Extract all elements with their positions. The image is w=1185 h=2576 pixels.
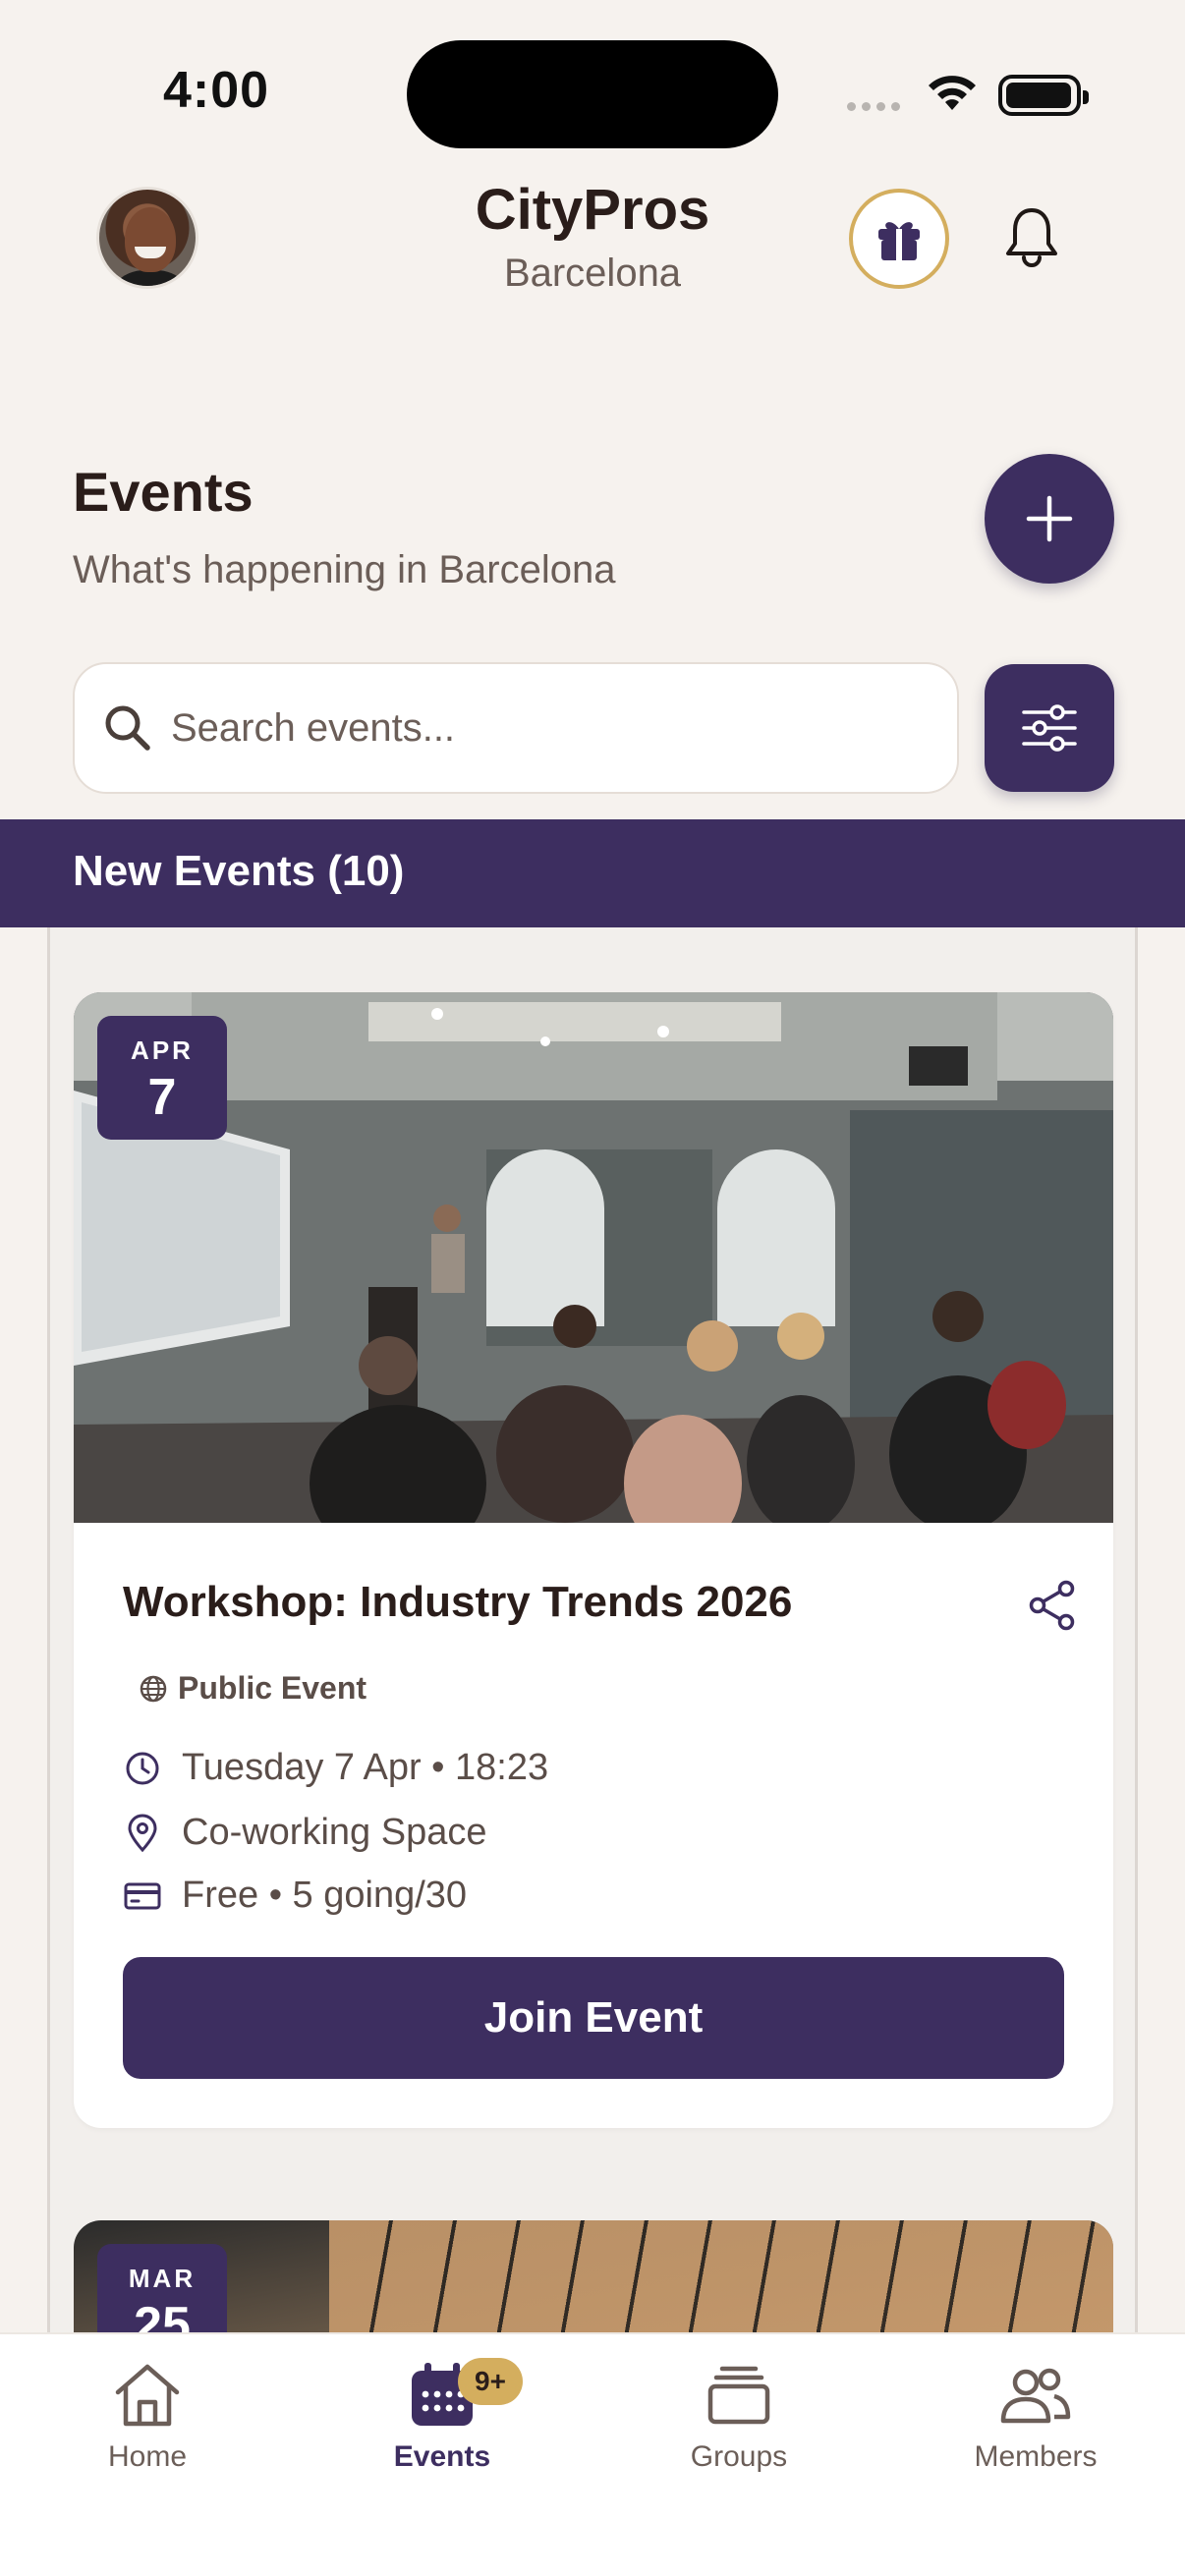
event-month: APR — [131, 1036, 194, 1065]
tab-events[interactable]: Events 9+ — [344, 2356, 540, 2474]
gift-button[interactable] — [849, 189, 949, 289]
notifications-button[interactable] — [992, 196, 1071, 275]
gift-icon — [878, 222, 920, 260]
event-price-row: Free • 5 going/30 — [123, 1875, 467, 1917]
search-bar[interactable] — [73, 662, 959, 794]
event-day: 7 — [147, 1069, 177, 1126]
event-photo-ceiling — [329, 2220, 1113, 2332]
search-input[interactable] — [169, 704, 935, 752]
create-event-button[interactable] — [985, 454, 1114, 584]
wifi-icon — [929, 76, 976, 110]
event-photo-workshop — [74, 992, 1113, 1523]
bell-icon — [1006, 208, 1057, 267]
tab-events-label: Events — [393, 2440, 491, 2473]
dynamic-island — [407, 40, 778, 148]
event-price-attendance: Free • 5 going/30 — [182, 1875, 468, 1916]
status-bar: 4:00 — [0, 0, 1185, 196]
share-icon — [1029, 1580, 1075, 1631]
groups-icon — [707, 2366, 770, 2425]
share-button[interactable] — [1023, 1576, 1082, 1635]
location-pin-icon — [123, 1814, 162, 1853]
event-location: Co-working Space — [182, 1812, 487, 1853]
status-time: 4:00 — [163, 62, 270, 119]
event-location-row: Co-working Space — [123, 1812, 486, 1854]
join-event-button[interactable]: Join Event — [123, 1957, 1064, 2079]
event-day: 25 — [134, 2297, 191, 2332]
members-icon — [1000, 2368, 1071, 2424]
event-datetime: Tuesday 7 Apr • 18:23 — [182, 1747, 549, 1788]
event-image[interactable]: APR 7 — [74, 992, 1113, 1523]
filter-icon — [1022, 704, 1077, 752]
events-heading: Events — [73, 461, 254, 523]
tab-groups-label: Groups — [690, 2440, 788, 2473]
event-date-badge: APR 7 — [97, 1016, 227, 1140]
tab-home-label: Home — [107, 2440, 188, 2473]
event-datetime-row: Tuesday 7 Apr • 18:23 — [123, 1747, 548, 1789]
events-feed[interactable]: APR 7 Workshop: Industry Trends 2026 Pub… — [47, 927, 1138, 2332]
events-subheading: What's happening in Barcelona — [73, 548, 616, 591]
tab-groups[interactable]: Groups — [641, 2356, 837, 2474]
cellular-signal-icon — [847, 102, 900, 111]
event-title[interactable]: Workshop: Industry Trends 2026 — [123, 1578, 792, 1627]
tab-members[interactable]: Members — [937, 2356, 1134, 2474]
event-card[interactable]: APR 7 Workshop: Industry Trends 2026 Pub… — [74, 992, 1113, 2128]
new-events-label: New Events (10) — [73, 847, 405, 895]
event-visibility: Public Event — [139, 1670, 367, 1707]
events-count-badge: 9+ — [458, 2358, 523, 2405]
bottom-tab-bar: Home Events 9+ Groups Members — [0, 2332, 1185, 2576]
search-icon — [105, 705, 150, 751]
home-icon — [115, 2364, 180, 2427]
clock-icon — [123, 1749, 162, 1788]
plus-icon — [1026, 495, 1073, 542]
card-icon — [123, 1876, 162, 1916]
new-events-banner[interactable]: New Events (10) — [0, 819, 1185, 927]
filter-button[interactable] — [985, 664, 1114, 792]
event-card[interactable]: MAR 25 — [74, 2220, 1113, 2332]
tab-home[interactable]: Home — [49, 2356, 246, 2474]
globe-icon — [140, 1675, 167, 1702]
event-month: MAR — [128, 2264, 197, 2293]
event-date-badge: MAR 25 — [97, 2244, 227, 2332]
tab-members-label: Members — [974, 2440, 1098, 2473]
battery-icon — [998, 75, 1089, 116]
visibility-label: Public Event — [178, 1670, 367, 1706]
